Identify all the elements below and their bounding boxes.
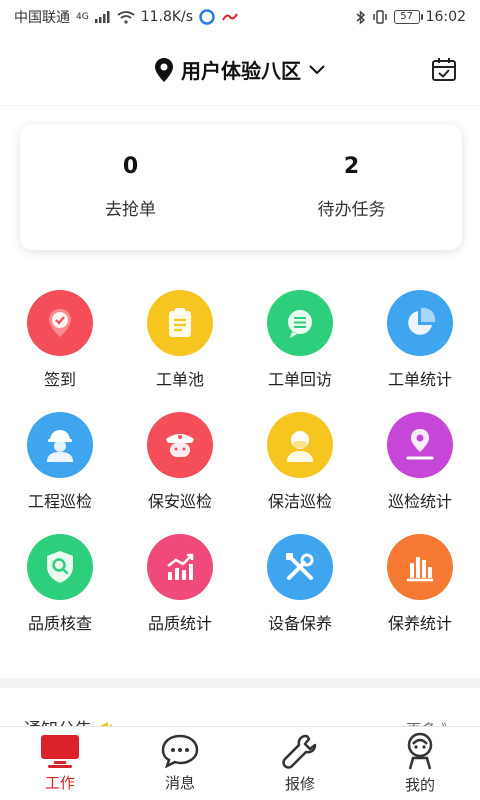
grid-item-quality-stats[interactable]: 品质统计 — [120, 534, 240, 656]
location-pin-icon — [155, 57, 173, 82]
tab-mine[interactable]: 我的 — [360, 727, 480, 800]
grid-label: 工单统计 — [387, 370, 452, 389]
tab-label: 消息 — [164, 774, 195, 792]
cleaner-icon — [267, 412, 333, 478]
summary-card: 0 去抢单 2 待办任务 — [20, 124, 462, 250]
grab-order-count: 0 — [122, 154, 139, 179]
wrench-icon — [281, 733, 319, 769]
tools-icon — [267, 534, 333, 600]
battery-icon: 57 — [393, 10, 423, 24]
tab-label: 我的 — [404, 776, 435, 794]
bar-chart-icon — [387, 534, 453, 600]
grab-order-summary[interactable]: 0 去抢单 — [20, 124, 241, 250]
grid-item-checkin[interactable]: 签到 — [0, 290, 120, 412]
grid-label: 保洁巡检 — [267, 492, 332, 511]
route-icon — [387, 412, 453, 478]
grid-item-security-inspection[interactable]: 保安巡检 — [120, 412, 240, 534]
chat-bubble-icon — [267, 290, 333, 356]
header: 用户体验八区 — [0, 34, 480, 106]
calendar-button[interactable] — [430, 56, 458, 84]
status-left: 中国联通 4G 11.8K/s — [14, 7, 239, 27]
calendar-check-icon — [431, 57, 457, 83]
checkin-icon — [27, 290, 93, 356]
bottom-tab-bar: 工作 消息 报修 我的 — [0, 726, 480, 800]
grid-item-equipment-maintenance[interactable]: 设备保养 — [240, 534, 360, 656]
guard-icon — [147, 412, 213, 478]
notice-header: 通知公告 更多 》 — [0, 688, 480, 728]
grid-label: 保安巡检 — [147, 492, 212, 511]
grid-label: 设备保养 — [267, 614, 332, 633]
wifi-icon — [117, 10, 135, 24]
grid-label: 巡检统计 — [387, 492, 452, 511]
grid-item-order-stats[interactable]: 工单统计 — [360, 290, 480, 412]
network-type: 4G — [76, 12, 89, 22]
tab-work[interactable]: 工作 — [0, 727, 120, 800]
pie-chart-icon — [387, 290, 453, 356]
vibrate-icon — [372, 10, 388, 24]
tab-messages[interactable]: 消息 — [120, 727, 240, 800]
network-speed: 11.8K/s — [140, 9, 194, 25]
shield-search-icon — [27, 534, 93, 600]
app-notification-icon — [199, 9, 215, 25]
tab-label: 报修 — [284, 775, 315, 793]
clipboard-icon — [147, 290, 213, 356]
grid-label: 签到 — [43, 370, 76, 389]
trend-chart-icon — [147, 534, 213, 600]
chevron-down-icon — [309, 64, 325, 75]
tab-label: 工作 — [44, 774, 75, 792]
app-logo-icon — [221, 11, 239, 23]
monitor-icon — [40, 734, 80, 768]
grid-item-inspection-stats[interactable]: 巡检统计 — [360, 412, 480, 534]
grab-order-label: 去抢单 — [105, 200, 156, 220]
todo-task-summary[interactable]: 2 待办任务 — [241, 124, 462, 250]
grid-label: 品质核查 — [27, 614, 92, 633]
message-icon — [161, 734, 199, 768]
grid-label: 工程巡检 — [27, 492, 92, 511]
grid-item-order-revisit[interactable]: 工单回访 — [240, 290, 360, 412]
tab-repair[interactable]: 报修 — [240, 727, 360, 800]
location-name: 用户体验八区 — [181, 59, 301, 83]
grid-label: 品质统计 — [147, 614, 212, 633]
grid-item-order-pool[interactable]: 工单池 — [120, 290, 240, 412]
status-bar: 中国联通 4G 11.8K/s 57 16:02 — [0, 0, 480, 34]
grid-label: 保养统计 — [387, 614, 452, 633]
grid-item-cleaning-inspection[interactable]: 保洁巡检 — [240, 412, 360, 534]
bluetooth-icon — [356, 9, 366, 25]
grid-item-engineering-inspection[interactable]: 工程巡检 — [0, 412, 120, 534]
carrier-label: 中国联通 — [14, 10, 70, 26]
function-grid: 签到 工单池 工单回访 工单统计 工程巡检 保安巡检 保洁巡检 巡检统计 品质核… — [0, 290, 480, 656]
todo-task-count: 2 — [343, 154, 360, 179]
signal-icon — [94, 11, 111, 23]
engineer-icon — [27, 412, 93, 478]
grid-label: 工单回访 — [267, 370, 332, 389]
profile-icon — [403, 732, 437, 770]
todo-task-label: 待办任务 — [317, 200, 386, 220]
status-right: 57 16:02 — [356, 9, 466, 25]
location-selector[interactable]: 用户体验八区 — [155, 55, 325, 84]
grid-label: 工单池 — [155, 370, 204, 389]
clock: 16:02 — [425, 9, 466, 25]
section-divider — [0, 678, 480, 688]
grid-item-quality-check[interactable]: 品质核查 — [0, 534, 120, 656]
grid-item-maintenance-stats[interactable]: 保养统计 — [360, 534, 480, 656]
